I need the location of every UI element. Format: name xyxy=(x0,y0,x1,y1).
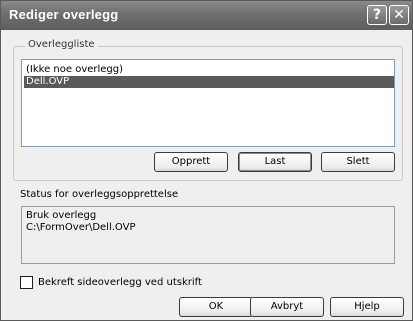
status-label: Status for overleggsopprettelse xyxy=(20,189,179,200)
cancel-button[interactable]: Avbryt xyxy=(250,297,324,317)
overlay-listbox[interactable]: (Ikke noe overlegg) Dell.OVP xyxy=(21,59,395,147)
list-item-dell-ovp[interactable]: Dell.OVP xyxy=(24,76,394,88)
title-bar: Rediger overlegg ? ✕ xyxy=(1,1,412,30)
window-title: Rediger overlegg xyxy=(9,7,119,22)
help-icon[interactable]: ? xyxy=(367,5,387,25)
create-button[interactable]: Opprett xyxy=(154,152,228,172)
status-line-2: C:\FormOver\Dell.OVP xyxy=(26,222,136,233)
list-item-no-overlay[interactable]: (Ikke noe overlegg) xyxy=(24,64,394,76)
overlay-list-label: Overleggliste xyxy=(25,39,98,50)
help-button[interactable]: Hjelp xyxy=(330,297,404,317)
status-line-1: Bruk overlegg xyxy=(26,210,97,221)
load-button[interactable]: Last xyxy=(238,152,312,172)
confirm-page-overlay-label: Bekreft sideoverlegg ved utskrift xyxy=(38,277,202,288)
edit-overlay-dialog: Rediger overlegg ? ✕ Overleggliste (Ikke… xyxy=(0,0,413,321)
confirm-page-overlay-checkbox[interactable] xyxy=(20,276,33,289)
close-icon[interactable]: ✕ xyxy=(389,5,409,25)
ok-button[interactable]: OK xyxy=(179,297,253,317)
status-box: Bruk overlegg C:\FormOver\Dell.OVP xyxy=(21,206,395,264)
delete-button[interactable]: Slett xyxy=(321,152,395,172)
